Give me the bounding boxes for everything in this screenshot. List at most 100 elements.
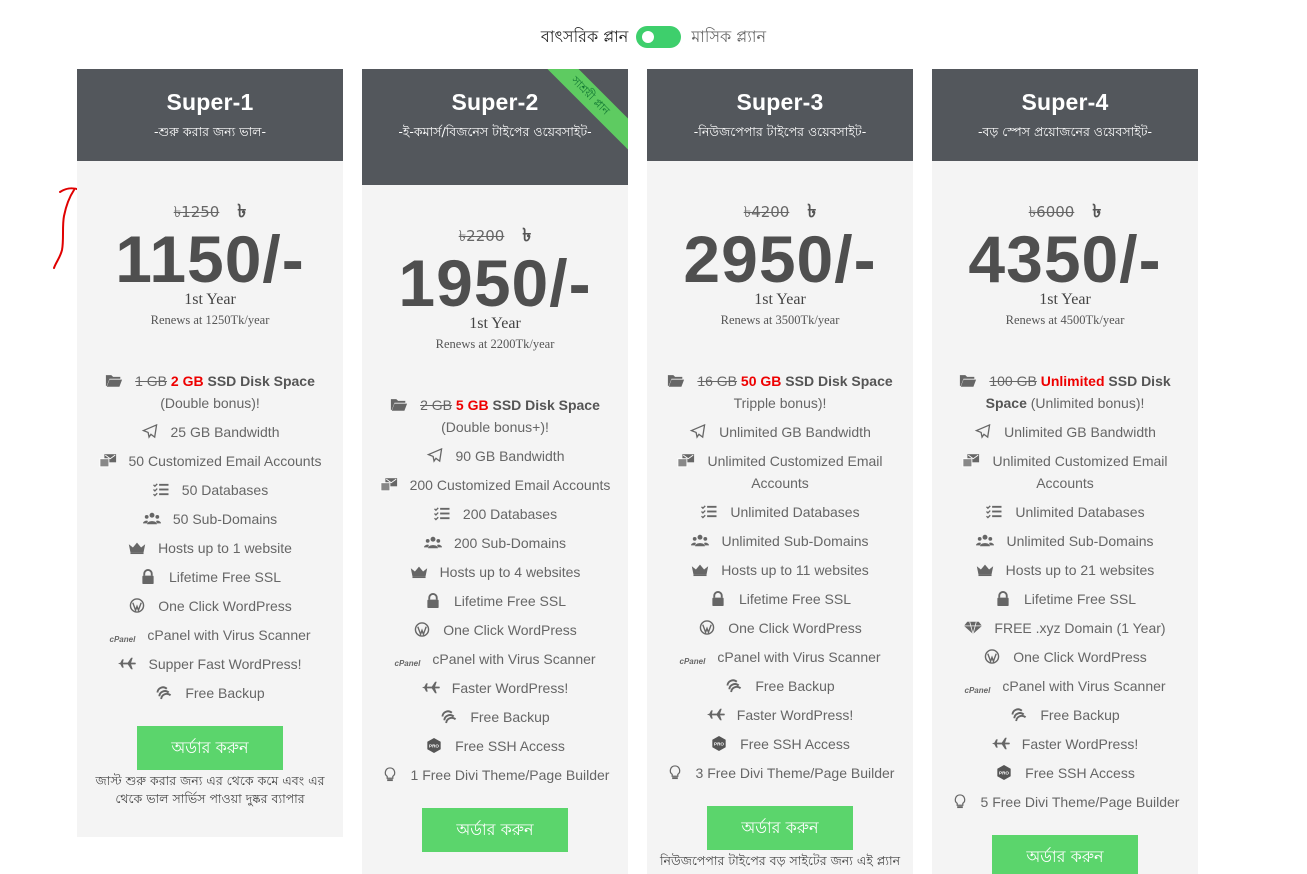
feature-text: Lifetime Free SSL (738, 591, 852, 607)
currency-symbol: ৳ (1092, 201, 1102, 222)
feature-item: Unlimited Customized Email Accounts (657, 450, 903, 494)
feature-text: Unlimited GB Bandwidth (1004, 424, 1156, 440)
pricing-card-super-4: Super-4 -বড় স্পেস প্রয়োজনের ওয়েবসাইট- ৳… (932, 69, 1198, 874)
cpanel-icon: cPanel (109, 629, 136, 644)
backup-icon (1010, 706, 1028, 722)
feature-item: PRO Free SSH Access (372, 735, 618, 757)
feature-item: Hosts up to 4 websites (372, 561, 618, 583)
wordpress-icon (698, 619, 716, 635)
order-button[interactable]: অর্ডার করুন (137, 726, 283, 770)
crown-icon (410, 563, 428, 579)
order-button[interactable]: অর্ডার করুন (422, 808, 568, 852)
currency-symbol: ৳ (237, 201, 247, 222)
switch-knob (642, 31, 655, 43)
feature-text: Unlimited Customized Email Accounts (992, 453, 1168, 491)
email-accounts-icon (98, 452, 117, 468)
old-price-value: ৳2200 (458, 227, 505, 245)
feature-text: Unlimited Sub-Domains (1006, 533, 1154, 549)
billing-toggle: বাৎসরিক প্লান মাসিক প্ল্যান (0, 22, 1307, 52)
feature-item: Unlimited Sub-Domains (942, 530, 1188, 552)
feature-highlight: 50 GB (740, 373, 782, 389)
lock-icon (424, 592, 442, 608)
feature-list: 2 GB 5 GB SSD Disk Space (Double bonus+)… (362, 394, 628, 786)
price-block: ৳1250 ৳ 1150/- 1st Year Renews at 1250Tk/yea… (77, 161, 343, 328)
paper-plane-icon (426, 447, 444, 463)
feature-item: Unlimited Databases (942, 501, 1188, 523)
feature-text: Faster WordPress! (736, 707, 854, 723)
feature-item: Unlimited Customized Email Accounts (942, 450, 1188, 494)
monthly-plan-label[interactable]: মাসিক প্ল্যান (691, 24, 766, 51)
feature-text: Free Backup (470, 709, 550, 725)
users-icon (976, 532, 995, 547)
feature-text: Free Backup (185, 685, 265, 701)
renew-price: Renews at 3500Tk/year (720, 313, 840, 327)
card-header: Super-3 -নিউজপেপার টাইপের ওয়েবসাইট- (647, 69, 913, 161)
feature-text: cPanel with Virus Scanner (1002, 678, 1166, 694)
folder-icon (959, 372, 977, 387)
wordpress-icon (413, 621, 431, 637)
billing-switch[interactable] (636, 26, 682, 48)
feature-highlight: 2 GB (170, 373, 204, 389)
feature-item: cPanel cPanel with Virus Scanner (942, 675, 1188, 697)
feature-text: Unlimited Customized Email Accounts (707, 453, 883, 491)
feature-text: 5 Free Divi Theme/Page Builder (980, 794, 1180, 810)
feature-item: Lifetime Free SSL (657, 588, 903, 610)
feature-item: 3 Free Divi Theme/Page Builder (657, 762, 903, 784)
feature-text: 1 Free Divi Theme/Page Builder (410, 767, 610, 783)
plane-icon (118, 655, 137, 670)
feature-item: 50 Customized Email Accounts (87, 450, 333, 472)
feature-text: Free Backup (1040, 707, 1120, 723)
feature-item: Faster WordPress! (942, 733, 1188, 755)
feature-text: 3 Free Divi Theme/Page Builder (695, 765, 895, 781)
feature-item: One Click WordPress (87, 595, 333, 617)
users-icon (691, 532, 710, 547)
feature-item: PRO Free SSH Access (657, 733, 903, 755)
plane-icon (706, 706, 725, 721)
diamond-icon (964, 619, 983, 636)
feature-list: 16 GB 50 GB SSD Disk Space Tripple bonus… (647, 370, 913, 784)
feature-item: 90 GB Bandwidth (372, 445, 618, 467)
feature-text: Faster WordPress! (451, 680, 569, 696)
feature-item: One Click WordPress (942, 646, 1188, 668)
feature-item: PRO Free SSH Access (942, 762, 1188, 784)
feature-item: Hosts up to 11 websites (657, 559, 903, 581)
database-list-icon (985, 503, 1003, 519)
yearly-plan-label[interactable]: বাৎসরিক প্লান (541, 24, 628, 51)
feature-text: Lifetime Free SSL (1023, 591, 1137, 607)
cpanel-icon-text: cPanel (109, 635, 136, 644)
wordpress-icon (128, 597, 146, 613)
feature-text: Hosts up to 21 websites (1005, 562, 1155, 578)
pro-badge-icon: PRO (710, 735, 728, 751)
feature-highlight: Unlimited (1040, 373, 1105, 389)
currency-symbol: ৳ (807, 201, 817, 222)
plan-name: Super-3 (736, 89, 824, 115)
database-list-icon (433, 505, 451, 521)
currency-symbol: ৳ (522, 225, 532, 246)
feature-item: 1 Free Divi Theme/Page Builder (372, 764, 618, 786)
database-list-icon (700, 503, 718, 519)
feature-text: Lifetime Free SSL (168, 569, 282, 585)
pro-badge-icon: PRO (995, 764, 1013, 780)
current-price: 1150/- (115, 222, 305, 296)
price-block: ৳6000 ৳ 4350/- 1st Year Renews at 4500Tk/yea… (932, 161, 1198, 328)
feature-item: cPanel cPanel with Virus Scanner (372, 648, 618, 670)
order-button[interactable]: অর্ডার করুন (707, 806, 853, 850)
feature-text: Hosts up to 4 websites (439, 564, 581, 580)
feature-text: Free Backup (755, 678, 835, 694)
old-price-value: ৳6000 (1028, 203, 1075, 221)
feature-item: FREE .xyz Domain (1 Year) (942, 617, 1188, 639)
feature-text: Unlimited GB Bandwidth (719, 424, 871, 440)
feature-item: 200 Sub-Domains (372, 532, 618, 554)
feature-text: Free SSH Access (740, 736, 850, 752)
renew-price: Renews at 2200Tk/year (435, 337, 555, 351)
feature-text: 50 Databases (181, 482, 269, 498)
plan-subtitle: -শুরু করার জন্য ভাল- (154, 124, 266, 139)
svg-text:PRO: PRO (999, 771, 1009, 776)
old-price-value: ৳4200 (743, 203, 790, 221)
feature-text: Faster WordPress! (1021, 736, 1139, 752)
feature-item: Hosts up to 1 website (87, 537, 333, 559)
order-button[interactable]: অর্ডার করুন (992, 835, 1138, 874)
feature-text: 200 Databases (462, 506, 558, 522)
card-header: Super-1 -শুরু করার জন্য ভাল- (77, 69, 343, 161)
plane-icon (991, 735, 1010, 750)
